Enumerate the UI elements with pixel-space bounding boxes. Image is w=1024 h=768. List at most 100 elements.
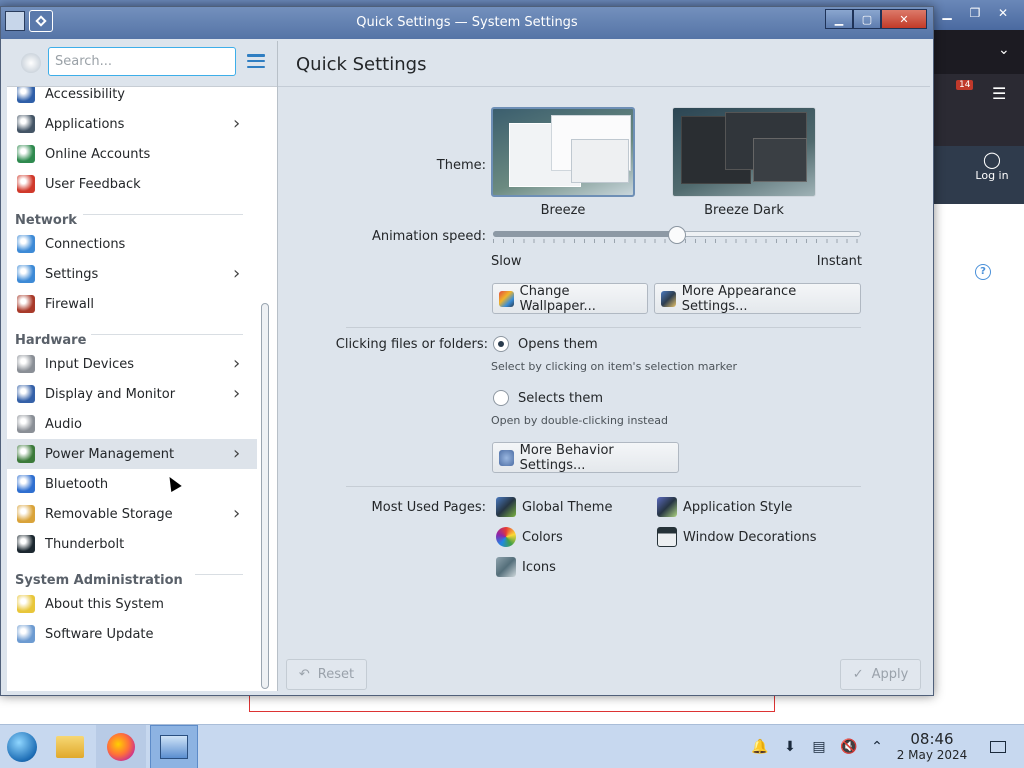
page-link-application-style[interactable]: Application Style xyxy=(657,497,792,517)
tray-expand-icon[interactable]: ⌃ xyxy=(867,737,887,757)
sidebar-item-label: Input Devices xyxy=(45,356,135,372)
sidebar-item-label: Online Accounts xyxy=(45,146,151,162)
sidebar-category: System Administration xyxy=(15,573,183,588)
sidebar-item[interactable]: Firewall xyxy=(7,289,257,319)
hamburger-menu-icon[interactable] xyxy=(245,51,267,71)
selects-them-radio[interactable] xyxy=(493,390,509,406)
minimize-button[interactable]: ▁ xyxy=(825,9,853,29)
animation-instant-label: Instant xyxy=(816,254,862,269)
global-theme-icon xyxy=(496,497,516,517)
chevron-right-icon: › xyxy=(233,353,241,374)
sidebar-item[interactable]: Power Management › xyxy=(7,439,257,469)
sidebar-item[interactable]: Software Update xyxy=(7,619,257,649)
taskbar-system-settings[interactable] xyxy=(150,725,198,768)
maximize-button[interactable]: ▢ xyxy=(853,9,881,29)
theme-thumb-breeze[interactable] xyxy=(491,107,635,197)
background-close-icon[interactable]: ✕ xyxy=(990,2,1016,24)
clipboard-icon[interactable]: ▤ xyxy=(809,737,829,757)
window-controls: ▁ ▢ ✕ xyxy=(825,9,927,29)
connections-icon xyxy=(17,235,35,253)
theme-label-breeze-dark: Breeze Dark xyxy=(704,203,784,218)
sidebar-item[interactable]: User Feedback xyxy=(7,169,257,199)
theme-thumb-breeze-dark[interactable] xyxy=(672,107,816,197)
sidebar-nav: Accessibility Applications › Online Account… xyxy=(7,87,257,691)
background-restore-icon[interactable]: ❐ xyxy=(962,2,988,24)
background-nav: 14 ☰ xyxy=(930,74,1024,146)
taskbar-firefox[interactable] xyxy=(96,725,146,768)
taskbar-files[interactable] xyxy=(48,725,92,768)
accessibility-icon xyxy=(17,87,35,103)
selects-them-label[interactable]: Selects them xyxy=(518,391,603,406)
page-link-colors[interactable]: Colors xyxy=(496,527,563,547)
sidebar-item-label: Accessibility xyxy=(45,87,125,102)
sidebar-category-divider xyxy=(195,574,243,575)
background-chevron-down-icon[interactable]: ⌄ xyxy=(998,42,1010,58)
window-decorations-icon xyxy=(657,527,677,547)
sidebar-item[interactable]: Display and Monitor › xyxy=(7,379,257,409)
sidebar-category-divider xyxy=(91,334,243,335)
more-behavior-settings-button[interactable]: More Behavior Settings... xyxy=(492,442,679,473)
sidebar-item[interactable]: Bluetooth xyxy=(7,469,257,499)
sidebar-item-label: Display and Monitor xyxy=(45,386,176,402)
clock-date: 2 May 2024 xyxy=(896,748,968,762)
background-minimize-icon[interactable]: ▁ xyxy=(934,2,960,24)
sidebar-scrollbar[interactable] xyxy=(261,303,269,689)
animation-speed-label: Animation speed: xyxy=(371,229,486,244)
application-style-icon xyxy=(657,497,677,517)
sidebar-item-label: Power Management xyxy=(45,446,175,462)
background-window-controls: ▁ ❐ ✕ xyxy=(934,2,1016,24)
selects-them-hint: Open by double-clicking instead xyxy=(491,414,668,427)
background-badge: 14 xyxy=(956,80,974,90)
thunderbolt-icon xyxy=(17,535,35,553)
animation-speed-slider[interactable] xyxy=(493,226,861,244)
background-menu-icon[interactable]: ☰ xyxy=(992,84,1006,103)
background-toolbar: ⌄ xyxy=(930,30,1024,74)
clock-time: 08:46 xyxy=(910,730,954,748)
sidebar-item[interactable]: Thunderbolt xyxy=(7,529,257,559)
sidebar-item[interactable]: Online Accounts xyxy=(7,139,257,169)
sidebar-item[interactable]: Settings › xyxy=(7,259,257,289)
sidebar-item[interactable]: Accessibility xyxy=(7,87,257,109)
sidebar-item[interactable]: About this System xyxy=(7,589,257,619)
window-title: Quick Settings — System Settings xyxy=(356,15,578,30)
sidebar-item[interactable]: Input Devices › xyxy=(7,349,257,379)
reset-button[interactable]: ↶ Reset xyxy=(286,659,367,690)
opens-them-label[interactable]: Opens them xyxy=(518,337,598,352)
about-icon xyxy=(17,595,35,613)
appearance-icon xyxy=(661,290,676,307)
sidebar-item[interactable]: Removable Storage › xyxy=(7,499,257,529)
sidebar-item-label: About this System xyxy=(45,596,164,612)
window-titlebar[interactable]: Quick Settings — System Settings ▁ ▢ ✕ xyxy=(1,7,933,39)
volume-muted-icon[interactable]: 🔇 xyxy=(839,737,859,757)
applications-icon xyxy=(17,115,35,133)
icons-icon xyxy=(496,557,516,577)
close-button[interactable]: ✕ xyxy=(881,9,927,29)
system-settings-window: Quick Settings — System Settings ▁ ▢ ✕ A… xyxy=(0,6,934,696)
folder-icon xyxy=(56,736,84,758)
more-appearance-settings-button[interactable]: More Appearance Settings... xyxy=(654,283,861,314)
page-link-global-theme[interactable]: Global Theme xyxy=(496,497,612,517)
help-icon[interactable]: ? xyxy=(975,264,991,280)
display-icon xyxy=(17,385,35,403)
search-input[interactable] xyxy=(48,47,236,76)
change-wallpaper-button[interactable]: Change Wallpaper... xyxy=(492,283,648,314)
chevron-right-icon: › xyxy=(233,263,241,284)
system-settings-icon xyxy=(160,735,188,759)
apply-button[interactable]: ✓ Apply xyxy=(840,659,921,690)
clock[interactable]: 08:46 2 May 2024 xyxy=(894,731,970,763)
sidebar-item[interactable]: Connections xyxy=(7,229,257,259)
opens-them-hint: Select by clicking on item's selection m… xyxy=(491,360,737,373)
sidebar-item[interactable]: Applications › xyxy=(7,109,257,139)
opens-them-radio[interactable] xyxy=(493,336,509,352)
start-button[interactable] xyxy=(2,725,42,768)
notifications-icon[interactable]: 🔔 xyxy=(750,737,770,757)
show-desktop-icon[interactable] xyxy=(988,737,1008,757)
page-link-icons[interactable]: Icons xyxy=(496,557,556,577)
updates-icon[interactable]: ⬇ xyxy=(780,737,800,757)
slider-handle[interactable] xyxy=(668,226,686,244)
background-login[interactable]: ◯ Log in xyxy=(968,150,1016,182)
sidebar-item[interactable]: Audio xyxy=(7,409,257,439)
theme-label-breeze: Breeze xyxy=(540,203,586,218)
page-link-window-decorations[interactable]: Window Decorations xyxy=(657,527,817,547)
colors-icon xyxy=(496,527,516,547)
